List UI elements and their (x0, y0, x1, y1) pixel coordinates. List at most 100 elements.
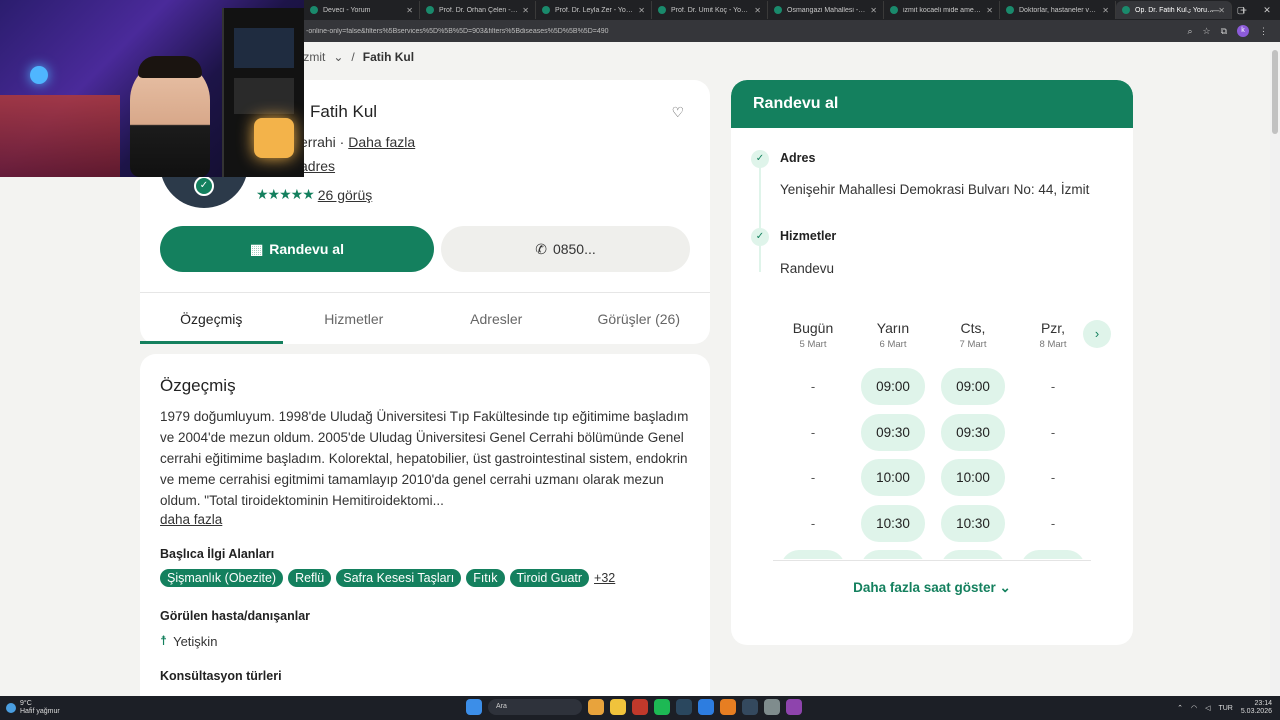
breadcrumb-current: Fatih Kul (362, 50, 415, 64)
browser-tab[interactable]: Osmangazi Mahallesi - Google ✕ (768, 1, 884, 19)
url-field[interactable]: -online-only=false&filters%5Bservices%5D… (306, 28, 1187, 35)
favicon-icon (890, 6, 898, 14)
close-window-icon[interactable]: ✕ (1254, 0, 1280, 20)
opera-icon[interactable] (632, 699, 648, 715)
zoom-icon[interactable]: ⌕ (1187, 26, 1192, 37)
more-hours-button[interactable]: Daha fazla saat göster ⌄ (731, 580, 1133, 596)
wifi-icon[interactable]: ◠ (1191, 704, 1197, 712)
interest-chip[interactable]: Tiroid Guatr (509, 569, 590, 587)
maximize-icon[interactable]: ▢ (1228, 0, 1254, 20)
book-appointment-button[interactable]: ▦ Randevu al (160, 226, 434, 272)
time-slot-button[interactable] (861, 550, 925, 559)
unavailable-slot: - (810, 470, 816, 486)
close-tab-icon[interactable]: ✕ (638, 6, 645, 15)
close-tab-icon[interactable]: ✕ (406, 6, 413, 15)
favicon-icon (310, 6, 318, 14)
time-slot-button[interactable]: 09:30 (941, 413, 1005, 451)
close-tab-icon[interactable]: ✕ (522, 6, 529, 15)
file-explorer-icon[interactable] (610, 699, 626, 715)
spotify-icon[interactable] (654, 699, 670, 715)
tab-ozgecmis[interactable]: Özgeçmiş (140, 293, 283, 344)
interest-chip[interactable]: Şişmanlık (Obezite) (160, 569, 284, 587)
browser-tab[interactable]: Deveci - Yorum ✕ (304, 1, 420, 19)
scroll-thumb[interactable] (1272, 50, 1278, 134)
bio-more-link[interactable]: daha fazla (160, 512, 690, 527)
time-slot-button[interactable]: 10:00 (941, 459, 1005, 497)
slot-cell: - (1013, 501, 1093, 547)
extensions-icon[interactable]: ⧉ (1221, 26, 1227, 37)
time-slot-button[interactable]: 09:30 (861, 413, 925, 451)
check-icon: ✓ (751, 228, 769, 246)
app-icon[interactable] (764, 699, 780, 715)
day-header: Cts, 7 Mart (933, 320, 1013, 350)
time-slot-button[interactable] (1021, 550, 1085, 559)
app-icon[interactable] (698, 699, 714, 715)
windows-taskbar: 9°C Hafif yağmur Ara ⌃ ◠ ◁ TUR 23:14 5.0… (0, 696, 1280, 720)
chevron-down-icon[interactable]: ⌄ (333, 50, 343, 64)
more-hours-label: Daha fazla saat göster (853, 580, 996, 595)
favicon-icon (426, 6, 434, 14)
interest-chip[interactable]: Safra Kesesi Taşları (336, 569, 462, 587)
close-tab-icon[interactable]: ✕ (1102, 6, 1109, 15)
interest-chip[interactable]: Reflü (288, 569, 332, 587)
reviews-link[interactable]: 26 görüş (318, 187, 372, 203)
tab-adresler[interactable]: Adresler (425, 293, 568, 344)
phone-button[interactable]: ✆ 0850... (441, 226, 690, 272)
interest-chip[interactable]: Fıtık (466, 569, 505, 587)
close-tab-icon[interactable]: ✕ (986, 6, 993, 15)
tab-search-icon[interactable]: ⌄ (1176, 0, 1202, 20)
patients-item: ☨ Yetişkin (160, 633, 690, 649)
windows-start-icon[interactable] (466, 699, 482, 715)
time-slot-button[interactable] (941, 550, 1005, 559)
patients-title: Görülen hasta/danışanlar (160, 609, 311, 623)
tray-chevron-icon[interactable]: ⌃ (1177, 704, 1183, 712)
time-slot-button[interactable]: 10:00 (861, 459, 925, 497)
obs-icon[interactable] (786, 699, 802, 715)
interests-more-link[interactable]: +32 (594, 571, 615, 585)
browser-tab-title: izmit kocaeli mide ameliyatı (903, 6, 983, 14)
app-icon[interactable] (720, 699, 736, 715)
slot-cell: 10:00 (933, 455, 1013, 501)
browser-tab[interactable]: Doktorlar, hastaneler ve tüm ✕ (1000, 1, 1116, 19)
bookmark-star-icon[interactable]: ☆ (1202, 26, 1210, 37)
address-link[interactable]: adres (300, 158, 335, 174)
browser-tab[interactable]: izmit kocaeli mide ameliyatı ✕ (884, 1, 1000, 19)
webcam-shelf-item (234, 28, 294, 68)
language-indicator[interactable]: TUR (1218, 705, 1232, 712)
app-icon[interactable] (742, 699, 758, 715)
time-slot-button[interactable]: 10:30 (861, 504, 925, 542)
tab-gorusler[interactable]: Görüşler (26) (568, 293, 711, 344)
volume-icon[interactable]: ◁ (1205, 704, 1210, 712)
slot-cell: - (1013, 455, 1093, 501)
time-slot-button[interactable]: 10:30 (941, 504, 1005, 542)
slot-cell: 09:00 (933, 364, 1013, 410)
page-scrollbar[interactable] (1270, 42, 1280, 696)
weather-widget[interactable]: 9°C Hafif yağmur (6, 700, 60, 716)
time-slot-button[interactable]: 09:00 (861, 368, 925, 406)
steam-icon[interactable] (676, 699, 692, 715)
clock[interactable]: 23:14 5.03.2026 (1241, 700, 1272, 716)
chrome-icon[interactable] (588, 699, 604, 715)
unavailable-slot: - (810, 424, 816, 440)
services-step-value[interactable]: Randevu (780, 261, 834, 276)
heart-icon[interactable]: ♡ (671, 104, 684, 121)
browser-tab[interactable]: Prof. Dr. Ümit Koç - Yorumlar ✕ (652, 1, 768, 19)
slot-cell: 09:30 (933, 410, 1013, 456)
more-info-link[interactable]: Daha fazla (348, 134, 415, 150)
menu-icon[interactable]: ⋮ (1259, 26, 1268, 37)
chevron-right-icon[interactable]: › (1083, 320, 1111, 348)
browser-tab[interactable]: Prof. Dr. Leyla Zer - Yorumlar ✕ (536, 1, 652, 19)
close-tab-icon[interactable]: ✕ (870, 6, 877, 15)
time-slot-button[interactable]: 09:00 (941, 368, 1005, 406)
close-tab-icon[interactable]: ✕ (754, 6, 761, 15)
minimize-icon[interactable]: — (1202, 0, 1228, 20)
slot-cell: 09:00 (853, 364, 933, 410)
time-slot-button[interactable] (781, 550, 845, 559)
address-step-value[interactable]: Yenişehir Mahallesi Demokrasi Bulvarı No… (780, 182, 1089, 197)
weather-temp: 9°C (20, 700, 32, 707)
check-icon: ✓ (751, 150, 769, 168)
taskbar-search[interactable]: Ara (488, 699, 582, 715)
profile-avatar[interactable]: k (1237, 25, 1249, 37)
tab-hizmetler[interactable]: Hizmetler (283, 293, 426, 344)
browser-tab[interactable]: Prof. Dr. Orhan Çelen - Yorum ✕ (420, 1, 536, 19)
